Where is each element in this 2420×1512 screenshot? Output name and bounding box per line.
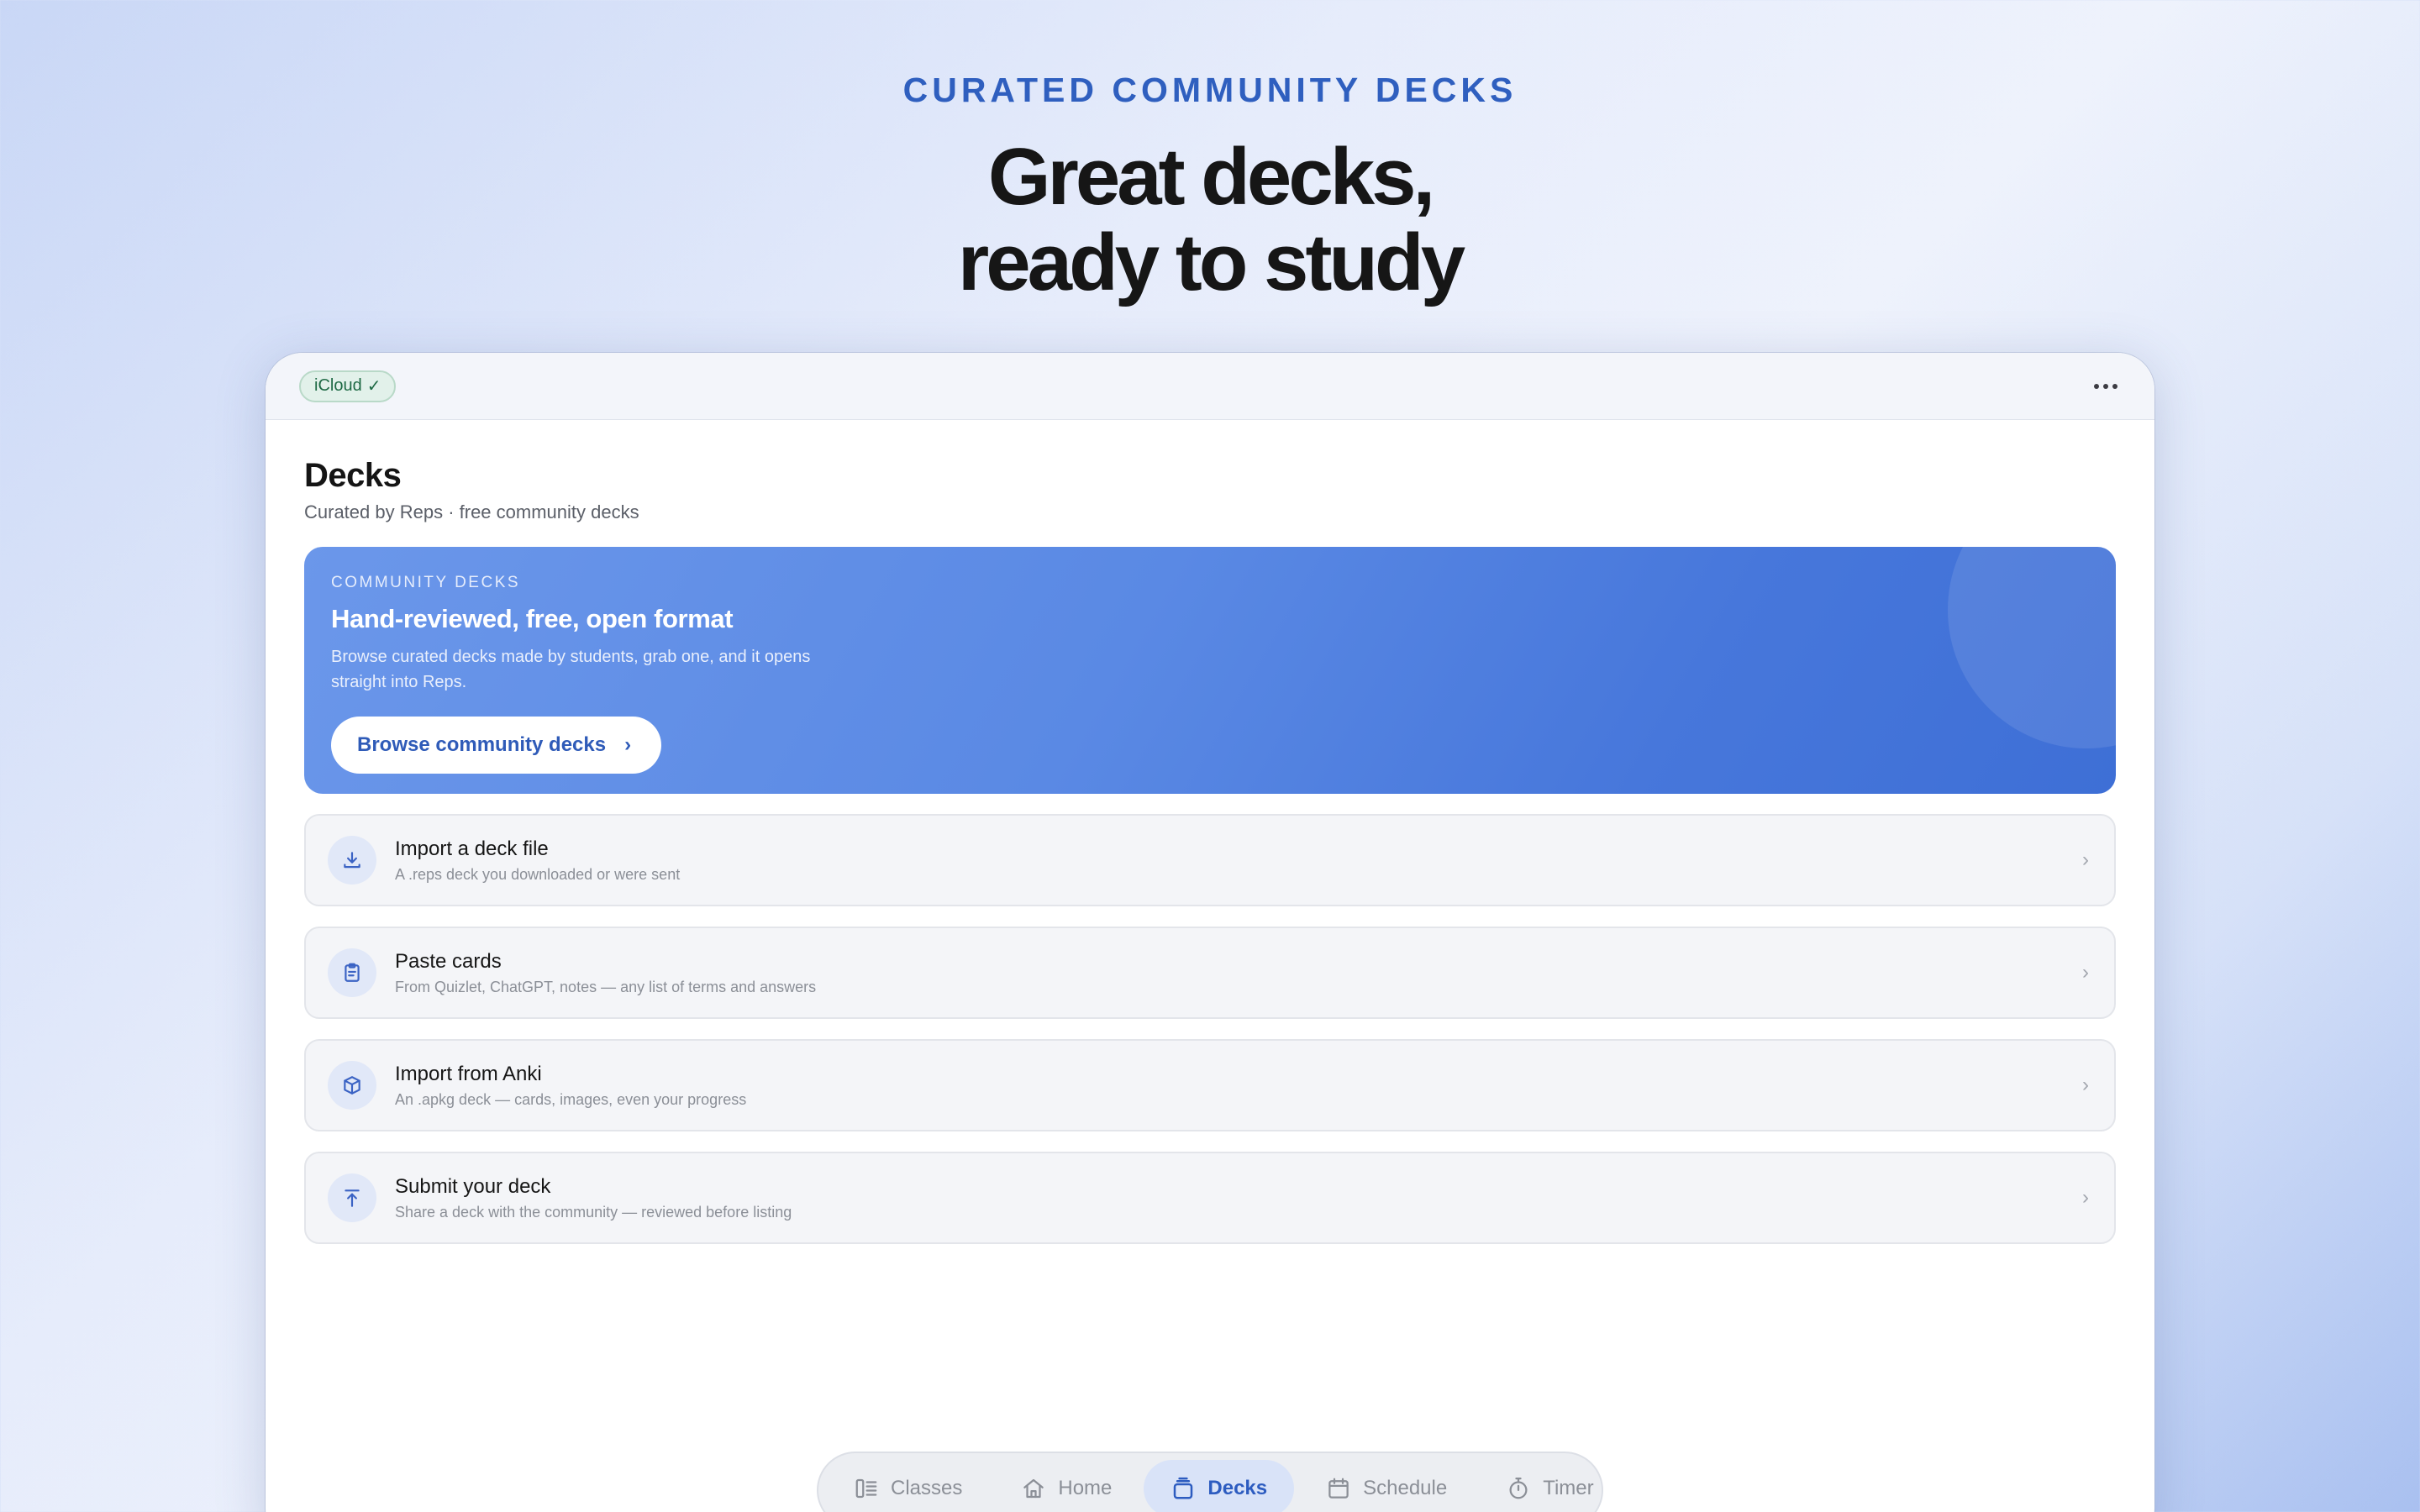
checkmark-icon: ✓ [366, 377, 381, 396]
decorative-circle [1948, 547, 2116, 748]
hero-title-line-2: ready to study [957, 218, 1465, 307]
deck-actions-list: Import a deck file A .reps deck you down… [304, 814, 2116, 1244]
tab-bar: Classes Home Decks Schedule Timer [817, 1452, 1603, 1512]
download-icon [328, 836, 376, 885]
main-content: Decks Curated by Reps · free community d… [266, 420, 2154, 1244]
row-subtitle: An .apkg deck — cards, images, even your… [395, 1090, 747, 1108]
house-icon [1023, 1478, 1044, 1499]
row-subtitle: From Quizlet, ChatGPT, notes — any list … [395, 978, 817, 995]
hero-title: Great decks, ready to study [0, 134, 2420, 306]
browse-button-label: Browse community decks [357, 733, 607, 756]
tab-label: Classes [891, 1477, 963, 1499]
browse-community-decks-button[interactable]: Browse community decks › [331, 717, 662, 774]
ellipsis-icon[interactable] [2089, 375, 2123, 397]
chevron-right-icon: › [2082, 1074, 2089, 1096]
submit-deck-row[interactable]: Submit your deck Share a deck with the c… [304, 1152, 2116, 1244]
icloud-sync-badge[interactable]: iCloud ✓ [299, 370, 397, 402]
hero-eyebrow: CURATED COMMUNITY DECKS [902, 71, 1518, 109]
row-title: Submit your deck [395, 1174, 551, 1198]
tab-label: Home [1058, 1477, 1113, 1499]
tab-home[interactable]: Home [994, 1460, 1139, 1512]
tab-label: Schedule [1363, 1477, 1448, 1499]
row-title: Paste cards [395, 949, 502, 973]
chevron-right-icon: › [2082, 961, 2089, 984]
top-bar: iCloud ✓ [266, 353, 2154, 420]
app-window: iCloud ✓ Decks Curated by Reps · free co… [266, 353, 2154, 1512]
banner-eyebrow: COMMUNITY DECKS [331, 574, 521, 591]
clipboard-icon [328, 948, 376, 997]
tab-label: Timer [1543, 1477, 1594, 1499]
page-title: Decks [304, 457, 402, 494]
banner-description: Browse curated decks made by students, g… [331, 648, 811, 691]
tab-timer[interactable]: Timer [1479, 1460, 1620, 1512]
import-deck-file-row[interactable]: Import a deck file A .reps deck you down… [304, 814, 2116, 906]
row-title: Import from Anki [395, 1062, 542, 1085]
chevron-right-icon: › [2082, 848, 2089, 871]
tab-decks[interactable]: Decks [1144, 1460, 1295, 1512]
row-subtitle: Share a deck with the community — review… [395, 1203, 792, 1221]
stopwatch-icon [1509, 1478, 1528, 1499]
page-subtitle: Curated by Reps · free community decks [304, 501, 639, 522]
hero-title-line-1: Great decks, [987, 132, 1435, 222]
row-title: Import a deck file [395, 837, 549, 860]
upload-icon [328, 1173, 376, 1222]
stack-icon [1174, 1477, 1193, 1499]
calendar-icon [1328, 1478, 1349, 1499]
import-from-anki-row[interactable]: Import from Anki An .apkg deck — cards, … [304, 1039, 2116, 1131]
chevron-right-icon: › [2082, 1186, 2089, 1209]
paste-cards-row[interactable]: Paste cards From Quizlet, ChatGPT, notes… [304, 927, 2116, 1019]
columns-icon [855, 1478, 877, 1499]
package-icon [328, 1061, 376, 1110]
banner-title: Hand-reviewed, free, open format [331, 604, 734, 633]
chevron-right-icon: › [624, 733, 632, 756]
row-subtitle: A .reps deck you downloaded or were sent [395, 865, 681, 883]
community-decks-banner: COMMUNITY DECKS Hand-reviewed, free, ope… [304, 547, 2116, 794]
tab-classes[interactable]: Classes [827, 1460, 989, 1512]
tab-schedule[interactable]: Schedule [1299, 1460, 1474, 1512]
tab-label: Decks [1207, 1477, 1268, 1499]
icloud-label: iCloud [314, 376, 362, 395]
